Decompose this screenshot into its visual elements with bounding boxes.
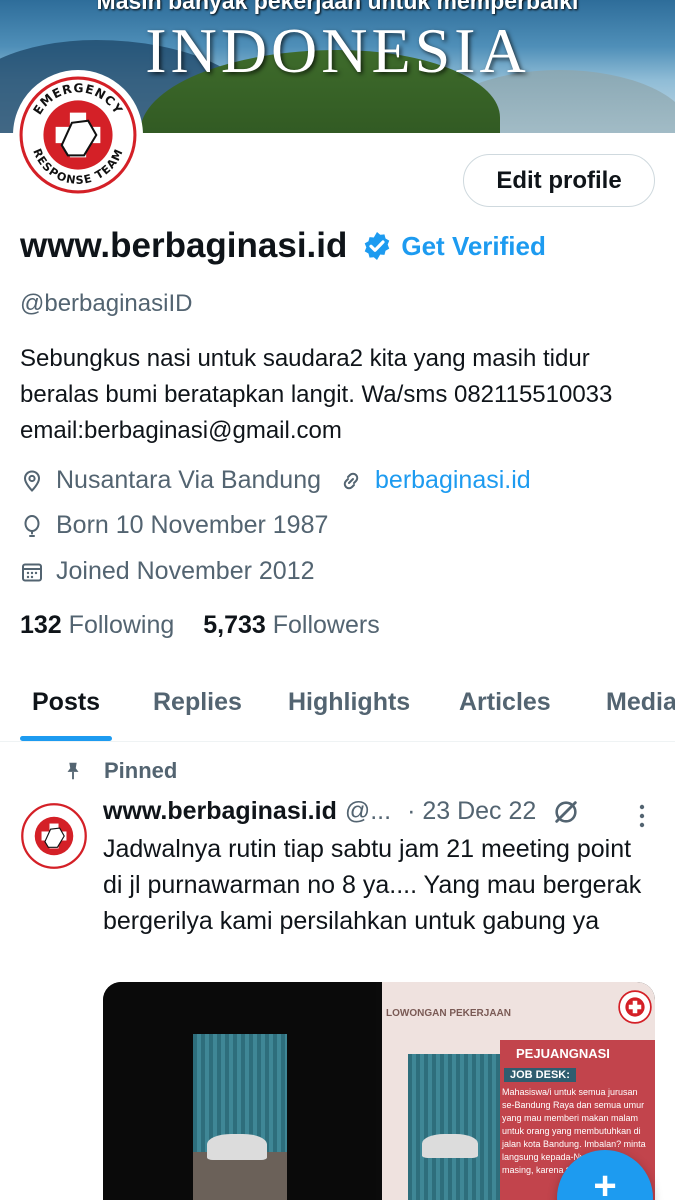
profile-joined: Joined November 2012 (56, 557, 315, 585)
sleeping-person (207, 1134, 267, 1160)
pin-icon (67, 762, 79, 780)
pinned-label: Pinned (104, 758, 178, 783)
more-options-icon[interactable] (632, 803, 652, 829)
sleeping-person (422, 1134, 478, 1158)
post-author-avatar[interactable] (20, 802, 88, 870)
verified-badge-icon[interactable] (361, 230, 393, 262)
get-verified-link[interactable]: Get Verified (401, 231, 546, 262)
pinned-indicator: Pinned (62, 758, 177, 784)
display-name: www.berbaginasi.id (20, 226, 348, 265)
tab-articles[interactable]: Articles (459, 688, 551, 717)
active-tab-indicator (20, 736, 112, 741)
job-desk-label: JOB DESK: (504, 1068, 576, 1082)
calendar-icon (22, 563, 42, 581)
tab-posts[interactable]: Posts (32, 688, 100, 717)
following-label: Following (68, 611, 175, 639)
shutter-door (408, 1054, 502, 1200)
following-count: 132 (20, 611, 62, 639)
tab-highlights[interactable]: Highlights (288, 688, 410, 717)
post-text: Jadwalnya rutin tiap sabtu jam 21 meetin… (103, 835, 642, 935)
post-header: www.berbaginasi.id @... · 23 Dec 22 (103, 797, 580, 826)
profile-meta-joined-row: Joined November 2012 (20, 557, 315, 586)
plus-icon: + (593, 1164, 617, 1200)
profile-born: Born 10 November 1987 (56, 511, 329, 539)
profile-name-row: www.berbaginasi.id Get Verified (20, 226, 546, 266)
profile-tabs: Posts Replies Highlights Articles Media (0, 670, 675, 742)
location-pin-icon (23, 469, 41, 492)
profile-bio: Sebungkus nasi untuk saudara2 kita yang … (20, 345, 613, 444)
link-icon (343, 472, 359, 489)
follow-counts: 132 Following 5,733 Followers (20, 611, 380, 640)
tab-media[interactable]: Media (606, 688, 675, 717)
followers-count: 5,733 (203, 611, 266, 639)
grok-icon[interactable] (552, 798, 580, 826)
followers-label: Followers (272, 611, 380, 639)
emergency-response-team-logo: EMERGENCY RESPONSE TEAM (19, 76, 137, 194)
job-poster-header: LOWONGAN PEKERJAAN (386, 1008, 512, 1019)
post-author-name[interactable]: www.berbaginasi.id (103, 797, 337, 826)
post-media-image[interactable] (103, 982, 376, 1200)
profile-handle: @berbaginasiID (20, 290, 193, 317)
profile-meta-born-row: Born 10 November 1987 (20, 511, 328, 540)
banner-subtitle: Masih banyak pekerjaan untuk memperbaiki (96, 0, 579, 14)
profile-avatar[interactable]: EMERGENCY RESPONSE TEAM (13, 70, 143, 200)
profile-website-link[interactable]: berbaginasi.id (375, 466, 531, 495)
post-author-handle[interactable]: @... (345, 797, 391, 826)
edit-profile-button[interactable]: Edit profile (463, 154, 655, 207)
emergency-response-team-logo (618, 990, 652, 1024)
balloon-icon (24, 514, 40, 537)
followers-link[interactable]: 5,733 Followers (203, 611, 380, 639)
post-date[interactable]: · 23 Dec 22 (407, 797, 536, 826)
job-poster-title: PEJUANGNASI (516, 1046, 610, 1061)
tab-replies[interactable]: Replies (153, 688, 242, 717)
profile-location: Nusantara Via Bandung (56, 466, 322, 494)
following-link[interactable]: 132 Following (20, 611, 174, 639)
profile-meta-location-row: Nusantara Via Bandung berbaginasi.id (20, 466, 531, 495)
